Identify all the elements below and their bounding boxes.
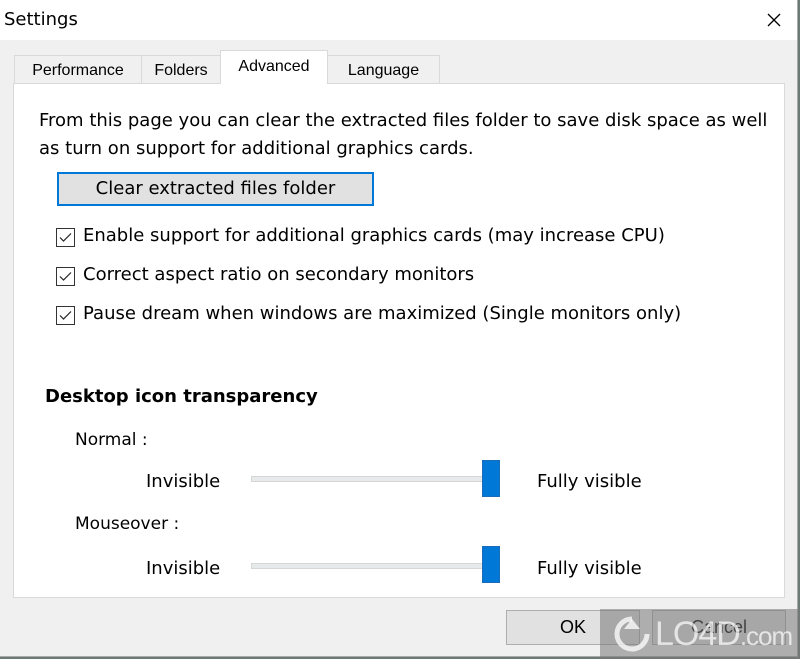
- normal-slider-thumb[interactable]: [482, 460, 500, 497]
- clear-extracted-files-button[interactable]: Clear extracted files folder: [57, 172, 374, 206]
- checkbox-label: Enable support for additional graphics c…: [83, 225, 665, 246]
- checkbox[interactable]: [56, 228, 75, 247]
- window-title: Settings: [4, 9, 78, 30]
- normal-label: Normal :: [75, 430, 148, 450]
- mouseover-min-label: Invisible: [146, 558, 221, 579]
- tab-folders[interactable]: Folders: [141, 55, 221, 83]
- checkbox[interactable]: [56, 267, 75, 286]
- checkmark-icon: [59, 311, 72, 320]
- cancel-button[interactable]: Cancel: [652, 610, 786, 645]
- checkmark-icon: [59, 272, 72, 281]
- checkmark-icon: [59, 233, 72, 242]
- mouseover-max-label: Fully visible: [537, 558, 642, 579]
- normal-slider-track[interactable]: [251, 476, 498, 482]
- close-icon: [767, 13, 781, 27]
- description-text: From this page you can clear the extract…: [39, 110, 768, 159]
- close-button[interactable]: [751, 0, 797, 40]
- tab-performance[interactable]: Performance: [14, 55, 142, 83]
- ok-button[interactable]: OK: [506, 610, 640, 645]
- mouseover-slider-track[interactable]: [251, 563, 498, 569]
- settings-dialog: Settings Performance Folders Advanced La…: [0, 0, 798, 657]
- checkbox-label: Pause dream when windows are maximized (…: [83, 303, 682, 324]
- mouseover-label: Mouseover :: [75, 514, 180, 534]
- tab-advanced[interactable]: Advanced: [220, 50, 328, 84]
- title-bar: Settings: [0, 0, 797, 40]
- normal-max-label: Fully visible: [537, 471, 642, 492]
- transparency-section-title: Desktop icon transparency: [45, 386, 318, 407]
- mouseover-slider-thumb[interactable]: [482, 546, 500, 583]
- checkbox[interactable]: [56, 306, 75, 325]
- normal-min-label: Invisible: [146, 471, 221, 492]
- advanced-panel: From this page you can clear the extract…: [13, 83, 785, 598]
- checkbox-label: Correct aspect ratio on secondary monito…: [83, 264, 475, 285]
- tab-language[interactable]: Language: [327, 55, 440, 83]
